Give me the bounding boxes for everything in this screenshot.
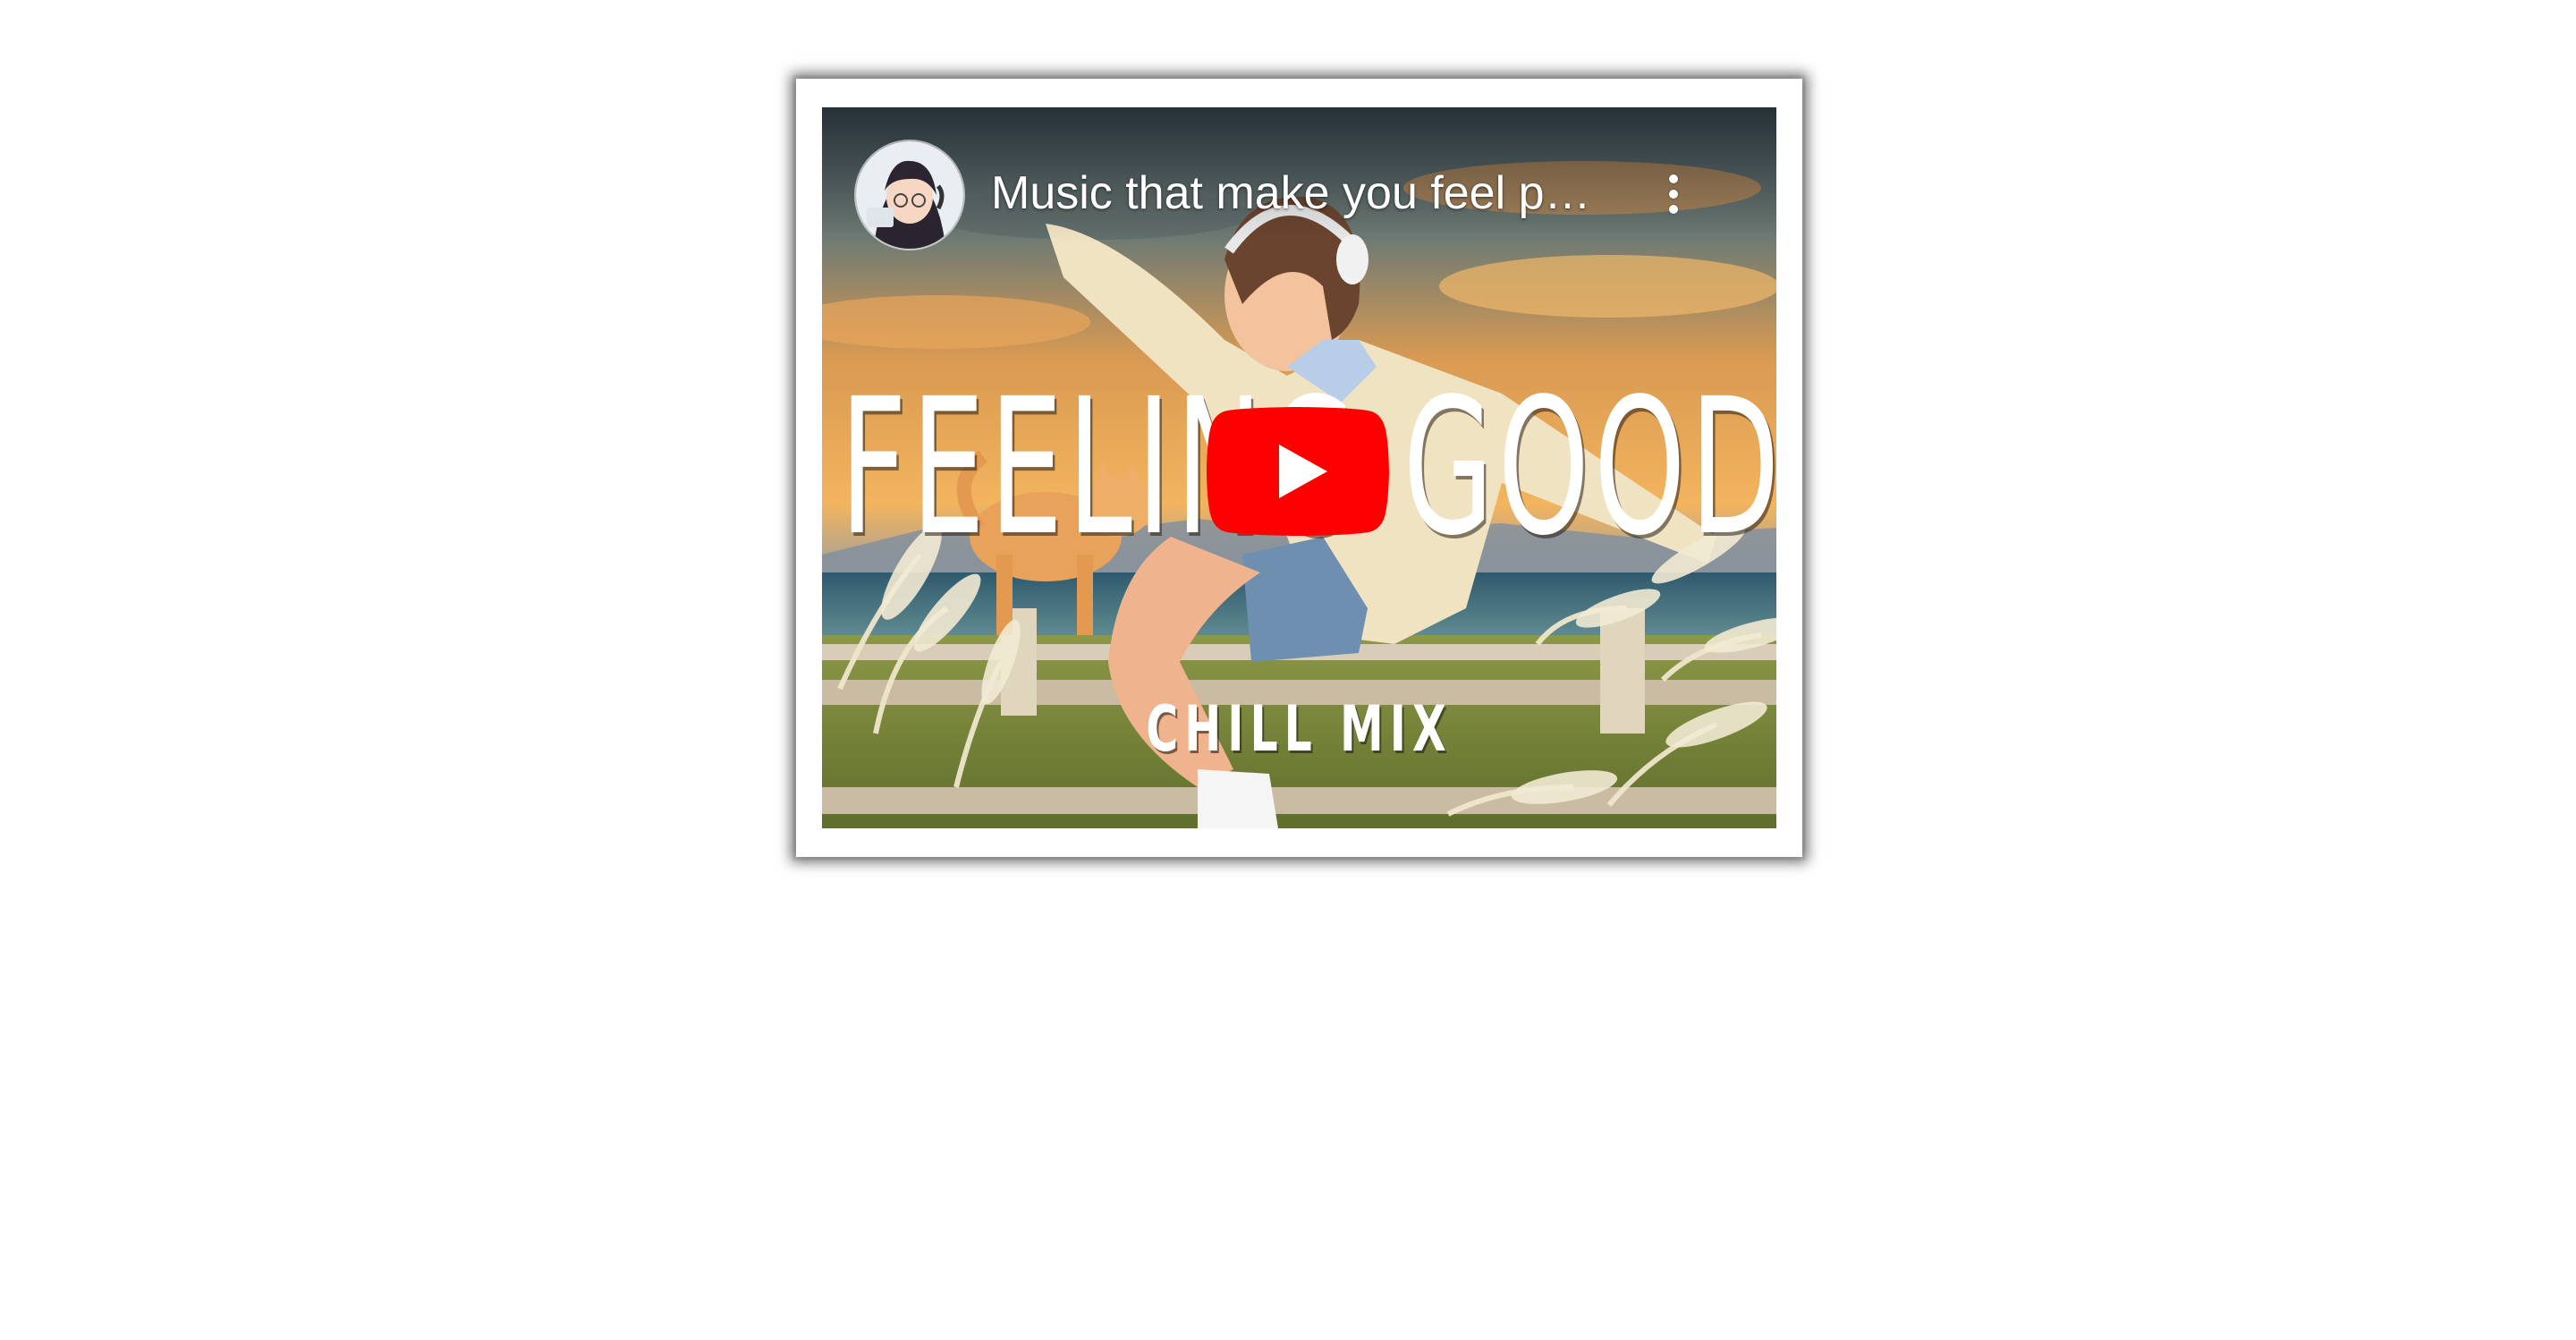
youtube-embed-player[interactable]: FEELING GOOD CHILL MIX Music that make y… — [822, 107, 1776, 828]
more-vert-icon — [1669, 174, 1678, 214]
channel-avatar-icon — [856, 141, 963, 249]
embed-frame: FEELING GOOD CHILL MIX Music that make y… — [796, 79, 1802, 857]
channel-avatar[interactable] — [854, 140, 965, 250]
video-title-link[interactable]: Music that make you feel p… — [991, 164, 1635, 223]
thumbnail-subline: CHILL MIX — [1146, 692, 1453, 766]
play-icon — [1207, 407, 1389, 536]
play-button[interactable] — [1207, 407, 1389, 536]
more-options-button[interactable] — [1642, 163, 1705, 225]
